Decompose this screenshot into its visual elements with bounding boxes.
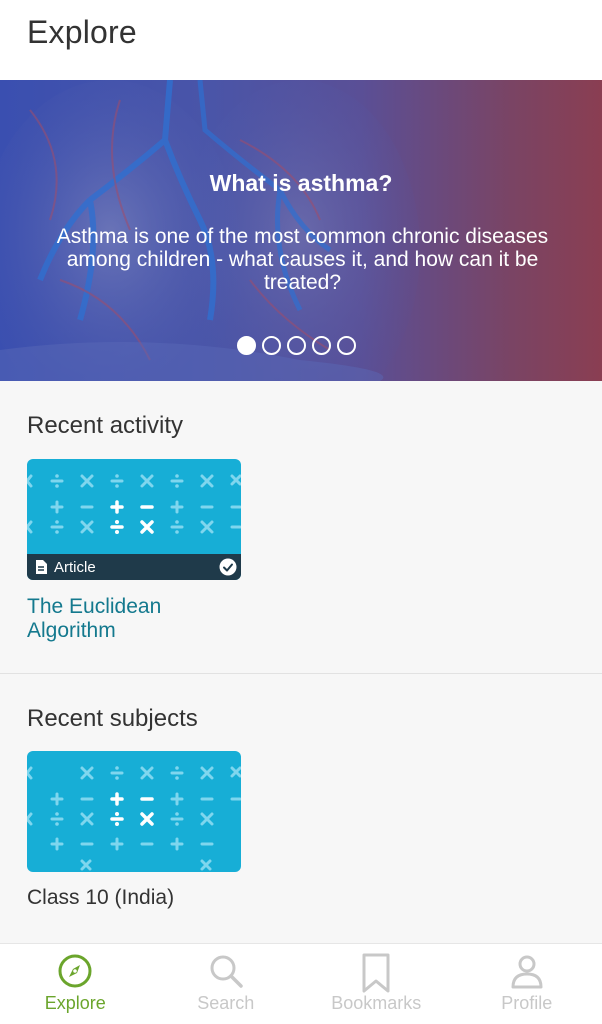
- carousel-dot-2[interactable]: [262, 336, 281, 355]
- carousel-dot-3[interactable]: [287, 336, 306, 355]
- math-symbols-pattern-icon: [27, 751, 241, 872]
- recent-activity-heading: Recent activity: [27, 412, 184, 439]
- completed-check-icon: [219, 558, 237, 576]
- nav-search-label: Search: [197, 993, 255, 1013]
- section-divider: [0, 673, 602, 674]
- nav-bookmarks[interactable]: Bookmarks: [301, 944, 452, 1024]
- app-header: Explore: [0, 0, 602, 80]
- carousel-pagination: [237, 336, 356, 355]
- hero-carousel[interactable]: What is asthma? Asthma is one of the mos…: [0, 80, 602, 381]
- recent-activity-item-title[interactable]: The Euclidean Algorithm: [27, 595, 227, 643]
- carousel-dot-5[interactable]: [337, 336, 356, 355]
- search-icon: [210, 955, 243, 988]
- carousel-dot-1[interactable]: [237, 336, 256, 355]
- bottom-navigation: Explore Search Bookmarks Profile: [0, 943, 602, 1024]
- article-type-label: Article: [54, 558, 96, 576]
- compass-icon: [58, 954, 92, 988]
- bookmark-icon: [362, 953, 390, 993]
- hero-description: Asthma is one of the most common chronic…: [56, 225, 549, 294]
- nav-explore-label: Explore: [44, 993, 106, 1013]
- nav-explore[interactable]: Explore: [0, 944, 151, 1024]
- carousel-dot-4[interactable]: [312, 336, 331, 355]
- recent-activity-card[interactable]: Article: [27, 459, 241, 580]
- article-type-bar: Article: [27, 554, 241, 580]
- nav-bookmarks-label: Bookmarks: [331, 993, 422, 1013]
- profile-icon: [511, 955, 543, 989]
- recent-subject-card[interactable]: [27, 751, 241, 872]
- nav-search[interactable]: Search: [151, 944, 302, 1024]
- nav-profile[interactable]: Profile: [452, 944, 602, 1024]
- hero-title: What is asthma?: [209, 170, 393, 196]
- nav-profile-label: Profile: [501, 993, 553, 1013]
- page-title: Explore: [27, 14, 137, 50]
- recent-subject-label[interactable]: Class 10 (India): [27, 886, 174, 910]
- recent-subjects-heading: Recent subjects: [27, 705, 198, 732]
- document-icon: [36, 560, 47, 574]
